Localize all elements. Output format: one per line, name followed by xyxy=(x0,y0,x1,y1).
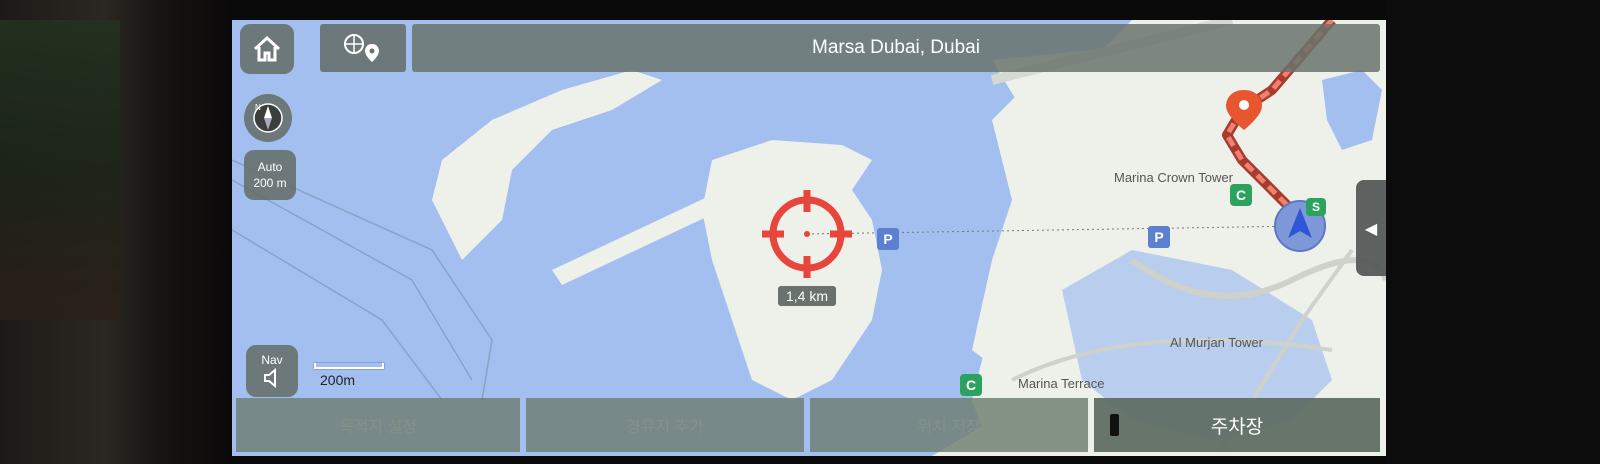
bottom-menu: 목적지 설정 경유지 추가 위치 저장 주차장 xyxy=(232,396,1386,456)
zoom-mode-button[interactable]: Auto 200 m xyxy=(244,150,296,200)
parking-indicator xyxy=(1110,414,1119,436)
home-icon xyxy=(253,35,281,62)
search-location-icon xyxy=(344,34,379,62)
parking-poi-icon[interactable]: P xyxy=(1148,226,1170,248)
parking-poi-icon[interactable]: P xyxy=(877,228,899,250)
parking-label: 주차장 xyxy=(1210,416,1264,438)
set-destination-button[interactable]: 목적지 설정 xyxy=(236,398,520,452)
navigation-screen: Marsa Dubai, Dubai N Auto 200 m Nav 200m… xyxy=(232,20,1386,456)
place-label-al-murjan-tower: Al Murjan Tower xyxy=(1170,335,1263,350)
zoom-mode-label: Auto xyxy=(257,160,283,174)
map-scale-bar: 200m xyxy=(314,360,384,390)
dashboard-background xyxy=(0,20,120,320)
route-start-badge: S xyxy=(1306,198,1326,216)
nav-volume-button[interactable]: Nav xyxy=(246,345,298,397)
zoom-scale-label: 200 m xyxy=(253,176,287,190)
compass-icon: N xyxy=(253,103,283,133)
poi-icon[interactable]: C xyxy=(1230,184,1252,206)
compass-north-label: N xyxy=(255,103,261,112)
add-waypoint-button[interactable]: 경유지 추가 xyxy=(526,398,804,452)
place-label-marina-crown-tower: Marina Crown Tower xyxy=(1114,170,1233,185)
side-panel-toggle[interactable]: ◀ xyxy=(1356,180,1386,276)
location-title: Marsa Dubai, Dubai xyxy=(812,37,980,58)
scale-bar-label: 200m xyxy=(320,372,356,388)
map-canvas[interactable] xyxy=(232,20,1386,456)
compass-button[interactable]: N xyxy=(244,94,292,142)
parking-button[interactable]: 주차장 xyxy=(1094,398,1380,452)
scale-line xyxy=(314,363,384,369)
distance-label: 1,4 km xyxy=(778,286,837,306)
place-label-marina-terrace: Marina Terrace xyxy=(1018,376,1105,391)
poi-icon[interactable]: C xyxy=(960,374,982,396)
chevron-left-icon: ◀ xyxy=(1364,218,1378,238)
speaker-icon xyxy=(264,367,276,389)
home-button[interactable] xyxy=(240,24,294,74)
save-location-button[interactable]: 위치 저장 xyxy=(810,398,1088,452)
location-title-bar[interactable]: Marsa Dubai, Dubai xyxy=(412,24,1380,72)
nav-label: Nav xyxy=(261,353,283,367)
device-bezel-right xyxy=(1386,0,1600,464)
search-location-button[interactable] xyxy=(320,24,406,72)
